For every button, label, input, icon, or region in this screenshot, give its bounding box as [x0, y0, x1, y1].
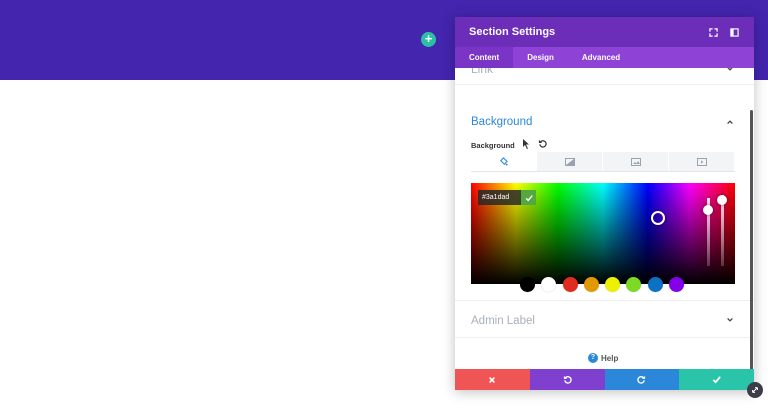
chevron-down-icon	[727, 68, 733, 71]
color-swatch[interactable]	[605, 277, 621, 292]
cancel-button[interactable]	[455, 369, 530, 390]
link-toggle[interactable]: Link	[455, 68, 754, 85]
background-image-tab[interactable]	[603, 152, 668, 171]
panel-title: Section Settings	[469, 26, 556, 38]
panel-footer	[455, 369, 754, 390]
background-video-tab[interactable]	[669, 152, 734, 171]
tab-content[interactable]: Content	[455, 47, 514, 68]
color-swatch[interactable]	[520, 277, 535, 292]
background-type-tabs	[471, 152, 735, 172]
admin-label-title: Admin Label	[471, 315, 535, 327]
expand-icon[interactable]	[707, 26, 719, 38]
resize-icon	[752, 387, 758, 393]
color-swatch[interactable]	[626, 277, 642, 292]
help-link[interactable]: ? Help	[588, 353, 618, 363]
tab-advanced[interactable]: Advanced	[568, 47, 634, 68]
redo-icon	[637, 375, 646, 384]
background-color-tab[interactable]	[471, 152, 536, 171]
page: + 1 Section Settings Content Design Adva…	[0, 0, 768, 417]
color-swatches	[520, 277, 690, 292]
paint-bucket-icon	[500, 157, 508, 166]
undo-button[interactable]	[529, 369, 605, 390]
plus-icon: +	[424, 31, 433, 46]
gradient-icon	[564, 157, 575, 166]
panel-content: Link Background Background #3a1dad Admin…	[455, 68, 754, 371]
sidebar-icon[interactable]	[728, 26, 740, 38]
color-picker-area[interactable]: #3a1dad	[471, 183, 735, 284]
panel-header: Section Settings	[455, 17, 754, 47]
color-picker-cursor[interactable]	[651, 211, 665, 225]
color-swatch[interactable]	[541, 277, 557, 292]
color-swatch[interactable]	[669, 277, 685, 292]
hue-slider-handle[interactable]	[703, 205, 713, 215]
background-label: Background	[471, 141, 515, 150]
cursor-icon[interactable]	[522, 139, 530, 149]
close-icon	[489, 376, 496, 383]
help-label: Help	[601, 353, 619, 363]
chevron-down-icon	[727, 317, 733, 322]
add-row-button[interactable]: +	[421, 32, 436, 47]
background-title[interactable]: Background	[471, 116, 532, 128]
reset-icon[interactable]	[538, 139, 547, 148]
chevron-up-icon[interactable]	[726, 118, 734, 126]
image-icon	[630, 157, 641, 166]
opacity-slider[interactable]	[721, 195, 724, 266]
save-button[interactable]	[679, 369, 754, 390]
tab-design[interactable]: Design	[513, 47, 568, 68]
panel-tabs: Content Design Advanced	[455, 47, 754, 68]
check-icon	[712, 376, 721, 384]
color-swatch[interactable]	[583, 277, 599, 292]
admin-label-toggle[interactable]: Admin Label	[455, 300, 754, 338]
opacity-slider-handle[interactable]	[717, 195, 727, 205]
hex-input-group: #3a1dad	[478, 190, 536, 205]
hex-confirm-button[interactable]	[521, 190, 536, 205]
color-swatch[interactable]	[562, 277, 578, 292]
link-title: Link	[471, 68, 494, 76]
panel-scrollbar[interactable]	[750, 110, 753, 370]
help-icon: ?	[588, 353, 598, 363]
check-icon	[525, 194, 533, 201]
hex-input[interactable]: #3a1dad	[478, 190, 521, 205]
redo-button[interactable]	[604, 369, 680, 390]
color-swatch[interactable]	[647, 277, 663, 292]
background-gradient-tab[interactable]	[537, 152, 602, 171]
video-icon	[696, 157, 707, 166]
undo-icon	[563, 375, 572, 384]
resize-handle[interactable]	[747, 382, 763, 398]
section-settings-panel: Section Settings Content Design Advanced…	[455, 17, 754, 390]
